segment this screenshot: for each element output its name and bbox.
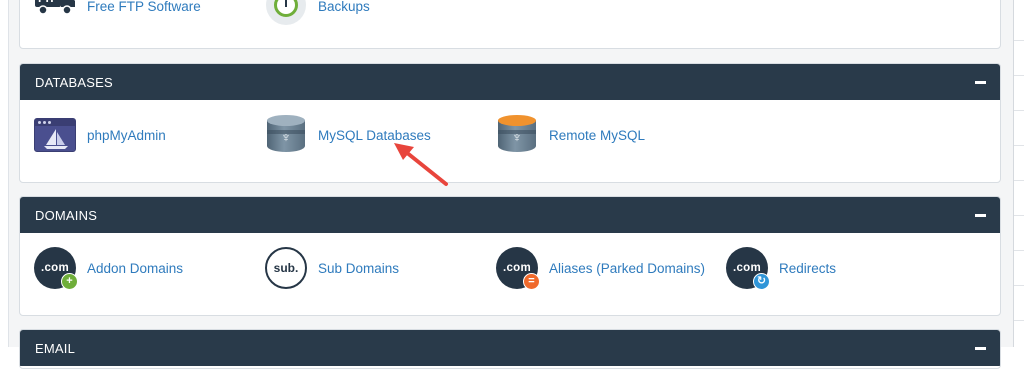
sub-domains-label: Sub Domains [318, 260, 400, 276]
dolphin-icon: ♆ [280, 129, 292, 145]
redirects-label: Redirects [779, 260, 837, 276]
ftp-truck-icon: FTP [32, 0, 78, 29]
domains-title: DOMAINS [35, 207, 98, 223]
phpmyadmin-link[interactable]: phpMyAdmin [32, 112, 166, 158]
left-gutter [0, 0, 9, 347]
databases-header[interactable]: DATABASES [20, 64, 1000, 100]
addon-domains-icon: .com + [32, 245, 78, 291]
email-header[interactable]: EMAIL [20, 330, 1000, 366]
svg-text:FTP: FTP [38, 0, 57, 5]
equals-badge-icon: = [523, 273, 540, 290]
sub-text: sub. [265, 247, 307, 289]
sub-domains-icon: sub. [263, 245, 309, 291]
domains-panel: DOMAINS .com + Addon Domains sub. Sub Do… [19, 196, 1001, 316]
remote-mysql-icon: ♆ [494, 112, 540, 158]
plus-badge-icon: + [61, 273, 78, 290]
aliases-icon: .com = [494, 245, 540, 291]
addon-domains-link[interactable]: .com + Addon Domains [32, 245, 183, 291]
databases-panel: DATABASES phpMyAdmin ♆ MySQL Databases ♆… [19, 63, 1001, 183]
phpmyadmin-icon [32, 112, 78, 158]
free-ftp-software-link[interactable]: FTP Free FTP Software [32, 0, 201, 29]
domains-header[interactable]: DOMAINS [20, 197, 1000, 233]
dolphin-icon: ♆ [511, 129, 523, 145]
aliases-link[interactable]: .com = Aliases (Parked Domains) [494, 245, 705, 291]
collapse-icon[interactable] [975, 213, 986, 217]
files-panel-partial: FTP Free FTP Software Backups [19, 0, 1001, 49]
addon-domains-label: Addon Domains [87, 260, 184, 276]
email-title: EMAIL [35, 340, 76, 356]
right-side-panel [1013, 0, 1024, 347]
redirects-link[interactable]: .com ↻ Redirects [724, 245, 836, 291]
backups-label: Backups [318, 0, 370, 14]
backups-link[interactable]: Backups [263, 0, 370, 29]
aliases-label: Aliases (Parked Domains) [549, 260, 706, 276]
mysql-databases-icon: ♆ [263, 112, 309, 158]
phpmyadmin-label: phpMyAdmin [87, 127, 166, 143]
annotation-arrow-icon [394, 143, 448, 186]
databases-title: DATABASES [35, 74, 113, 90]
collapse-icon[interactable] [975, 80, 986, 84]
backups-icon [263, 0, 309, 29]
sub-domains-link[interactable]: sub. Sub Domains [263, 245, 399, 291]
redirects-icon: .com ↻ [724, 245, 770, 291]
remote-mysql-label: Remote MySQL [549, 127, 646, 143]
remote-mysql-link[interactable]: ♆ Remote MySQL [494, 112, 645, 158]
redirect-badge-icon: ↻ [753, 273, 770, 290]
free-ftp-software-label: Free FTP Software [87, 0, 201, 14]
email-panel: EMAIL [19, 329, 1001, 369]
